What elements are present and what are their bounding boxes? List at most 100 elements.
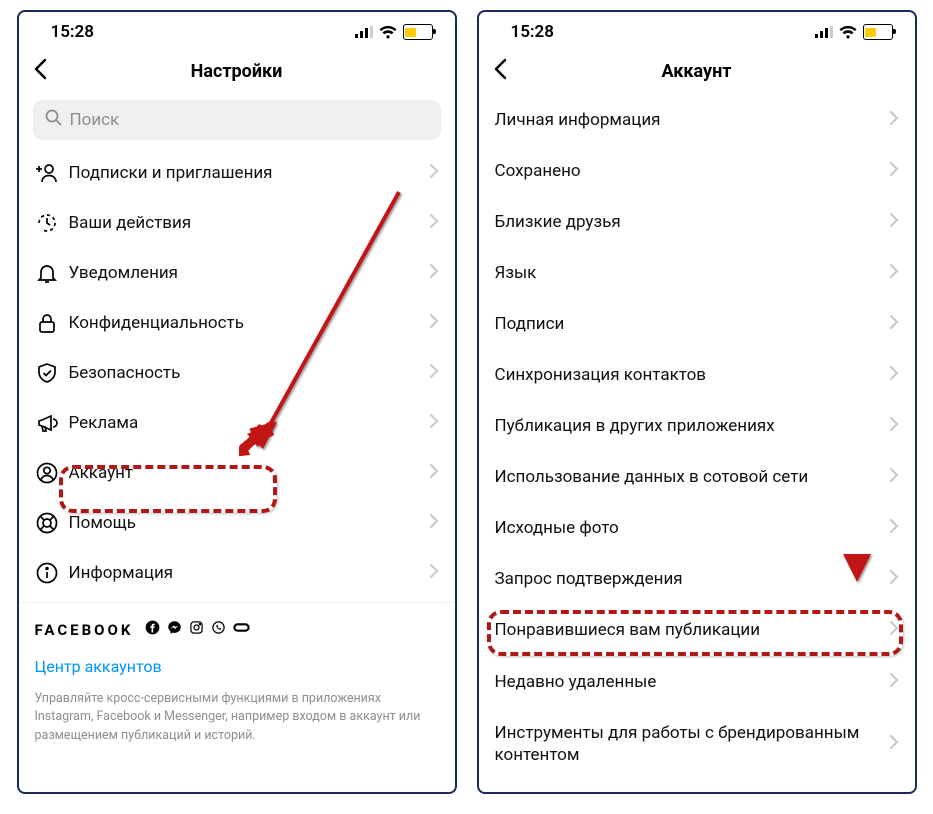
- battery-icon: [863, 24, 893, 40]
- chevron-right-icon: [889, 416, 899, 436]
- menu-label: Синхронизация контактов: [495, 364, 889, 386]
- accounts-center-link[interactable]: Центр аккаунтов: [35, 657, 439, 676]
- account-menu: Личная информация Сохранено Близкие друз…: [479, 94, 915, 780]
- chevron-right-icon: [429, 413, 439, 433]
- menu-item-about[interactable]: Информация: [19, 548, 455, 598]
- menu-label: Подписки и приглашения: [65, 163, 429, 183]
- menu-label: Аккаунт: [65, 463, 429, 483]
- menu-label: Подписи: [495, 313, 889, 335]
- wifi-icon: [379, 26, 397, 39]
- search-placeholder: Поиск: [70, 110, 120, 130]
- menu-label: Реклама: [65, 413, 429, 433]
- chevron-right-icon: [429, 513, 439, 533]
- menu-item-help[interactable]: Помощь: [19, 498, 455, 548]
- accounts-center-hint: Управляйте кросс-сервисными функциями в …: [35, 690, 439, 744]
- messenger-icon: [167, 620, 182, 639]
- settings-menu: Подписки и приглашения Ваши действия Уве…: [19, 148, 455, 598]
- chevron-right-icon: [889, 110, 899, 130]
- instagram-icon: [189, 620, 204, 639]
- menu-item-privacy[interactable]: Конфиденциальность: [19, 298, 455, 348]
- menu-item-posts-liked[interactable]: Понравившиеся вам публикации: [479, 605, 915, 656]
- menu-label: Уведомления: [65, 263, 429, 283]
- menu-label: Ваши действия: [65, 213, 429, 233]
- chevron-right-icon: [889, 212, 899, 232]
- chevron-right-icon: [889, 569, 899, 589]
- status-indicators: [815, 24, 893, 40]
- search-input[interactable]: Поиск: [33, 100, 441, 140]
- status-indicators: [355, 24, 433, 40]
- menu-item-branded-content[interactable]: Инструменты для работы с брендированным …: [479, 707, 915, 780]
- menu-label: Конфиденциальность: [65, 313, 429, 333]
- menu-item-original-photos[interactable]: Исходные фото: [479, 503, 915, 554]
- menu-label: Недавно удаленные: [495, 671, 889, 693]
- oculus-icon: [233, 620, 250, 639]
- menu-item-follow-invite[interactable]: Подписки и приглашения: [19, 148, 455, 198]
- shield-icon: [35, 361, 65, 385]
- menu-label: Близкие друзья: [495, 211, 889, 233]
- menu-item-recently-deleted[interactable]: Недавно удаленные: [479, 656, 915, 707]
- chevron-right-icon: [889, 672, 899, 692]
- menu-label: Личная информация: [495, 109, 889, 131]
- megaphone-icon: [35, 411, 65, 435]
- menu-item-language[interactable]: Язык: [479, 247, 915, 298]
- battery-icon: [403, 24, 433, 40]
- chevron-right-icon: [429, 313, 439, 333]
- menu-item-personal-info[interactable]: Личная информация: [479, 94, 915, 145]
- menu-item-captions[interactable]: Подписи: [479, 298, 915, 349]
- phone-account: 15:28 Аккаунт Личная информация Сохранен…: [477, 10, 917, 794]
- menu-item-your-activity[interactable]: Ваши действия: [19, 198, 455, 248]
- menu-label: Информация: [65, 563, 429, 583]
- chevron-right-icon: [429, 163, 439, 183]
- chevron-right-icon: [889, 734, 899, 754]
- cellular-signal-icon: [355, 26, 373, 38]
- brand-icons: [145, 620, 250, 639]
- chevron-right-icon: [429, 563, 439, 583]
- info-icon: [35, 561, 65, 585]
- menu-item-notifications[interactable]: Уведомления: [19, 248, 455, 298]
- account-icon: [35, 461, 65, 485]
- bell-icon: [35, 261, 65, 285]
- menu-item-contacts-sync[interactable]: Синхронизация контактов: [479, 349, 915, 400]
- whatsapp-icon: [211, 620, 226, 639]
- menu-label: Запрос подтверждения: [495, 568, 889, 590]
- status-time: 15:28: [51, 22, 94, 42]
- search-icon: [45, 109, 62, 131]
- lifebuoy-icon: [35, 511, 65, 535]
- page-title: Настройки: [33, 61, 441, 82]
- status-time: 15:28: [511, 22, 554, 42]
- status-bar: 15:28: [19, 12, 455, 46]
- chevron-right-icon: [429, 363, 439, 383]
- menu-item-saved[interactable]: Сохранено: [479, 145, 915, 196]
- chevron-right-icon: [889, 263, 899, 283]
- clock-activity-icon: [35, 211, 65, 235]
- chevron-right-icon: [889, 620, 899, 640]
- lock-icon: [35, 311, 65, 335]
- menu-item-account[interactable]: Аккаунт: [19, 448, 455, 498]
- menu-label: Инструменты для работы с брендированным …: [495, 722, 889, 766]
- menu-label: Использование данных в сотовой сети: [495, 466, 889, 488]
- cellular-signal-icon: [815, 26, 833, 38]
- menu-label: Понравившиеся вам публикации: [495, 619, 889, 641]
- menu-label: Безопасность: [65, 363, 429, 383]
- chevron-right-icon: [889, 161, 899, 181]
- menu-item-close-friends[interactable]: Близкие друзья: [479, 196, 915, 247]
- phone-settings: 15:28 Настройки Поиск Подписки и пригла: [17, 10, 457, 794]
- menu-label: Помощь: [65, 513, 429, 533]
- menu-item-ads[interactable]: Реклама: [19, 398, 455, 448]
- page-title: Аккаунт: [493, 61, 901, 82]
- menu-label: Язык: [495, 262, 889, 284]
- menu-item-verification[interactable]: Запрос подтверждения: [479, 554, 915, 605]
- chevron-right-icon: [429, 463, 439, 483]
- chevron-right-icon: [889, 467, 899, 487]
- menu-item-cellular-data[interactable]: Использование данных в сотовой сети: [479, 452, 915, 503]
- menu-item-sharing-other-apps[interactable]: Публикация в других приложениях: [479, 401, 915, 452]
- wifi-icon: [839, 26, 857, 39]
- chevron-right-icon: [889, 365, 899, 385]
- person-add-icon: [35, 161, 65, 185]
- menu-label: Публикация в других приложениях: [495, 415, 889, 437]
- chevron-right-icon: [429, 213, 439, 233]
- footer-block: FACEBOOK Центр аккаунтов Управляйте крос…: [19, 603, 455, 763]
- menu-item-security[interactable]: Безопасность: [19, 348, 455, 398]
- nav-header: Настройки: [19, 46, 455, 94]
- menu-label: Исходные фото: [495, 517, 889, 539]
